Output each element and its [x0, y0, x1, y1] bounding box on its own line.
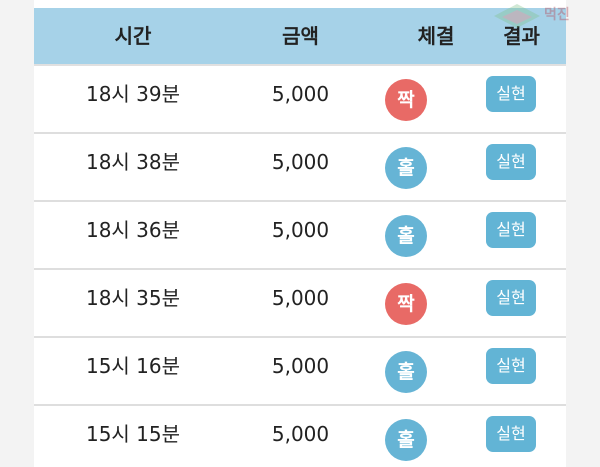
result-ball-odd: 홀 — [385, 419, 427, 461]
table-row: 18시 38분 5,000 홀 실현 — [34, 134, 566, 202]
row-time: 18시 35분 — [85, 286, 181, 310]
table-row: 15시 15분 5,000 홀 실현 — [34, 406, 566, 467]
outcome-badge[interactable]: 실현 — [486, 144, 536, 180]
site-watermark: 먹진 — [488, 0, 600, 40]
row-time: 18시 38분 — [85, 150, 181, 174]
row-amount: 5,000 — [271, 218, 330, 242]
result-ball-even: 짝 — [385, 283, 427, 325]
bet-history-table: 시간 금액 체결 결과 18시 39분 5,000 짝 실현 18시 38분 5… — [34, 0, 566, 467]
row-time: 15시 16분 — [85, 354, 181, 378]
result-ball-odd: 홀 — [385, 351, 427, 393]
outcome-badge[interactable]: 실현 — [486, 76, 536, 112]
outcome-badge[interactable]: 실현 — [486, 348, 536, 384]
result-ball-odd: 홀 — [385, 215, 427, 257]
header-result: 체결 — [417, 24, 455, 48]
table-row: 18시 39분 5,000 짝 실현 — [34, 66, 566, 134]
row-amount: 5,000 — [271, 354, 330, 378]
outcome-badge[interactable]: 실현 — [486, 212, 536, 248]
table-row: 15시 16분 5,000 홀 실현 — [34, 338, 566, 406]
row-amount: 5,000 — [271, 82, 330, 106]
result-ball-odd: 홀 — [385, 147, 427, 189]
outcome-badge[interactable]: 실현 — [486, 416, 536, 452]
row-amount: 5,000 — [271, 422, 330, 446]
row-time: 15시 15분 — [85, 422, 181, 446]
header-amount: 금액 — [282, 24, 319, 48]
row-amount: 5,000 — [271, 286, 330, 310]
row-amount: 5,000 — [271, 150, 330, 174]
table-row: 18시 35분 5,000 짝 실현 — [34, 270, 566, 338]
header-time: 시간 — [114, 24, 152, 48]
table-header: 시간 금액 체결 결과 — [34, 8, 566, 66]
outcome-badge[interactable]: 실현 — [486, 280, 536, 316]
row-time: 18시 39분 — [85, 82, 181, 106]
table-row: 18시 36분 5,000 홀 실현 — [34, 202, 566, 270]
site-logo-icon — [494, 4, 540, 28]
watermark-text: 먹진 — [544, 7, 570, 23]
row-time: 18시 36분 — [85, 218, 181, 242]
result-ball-even: 짝 — [385, 79, 427, 121]
